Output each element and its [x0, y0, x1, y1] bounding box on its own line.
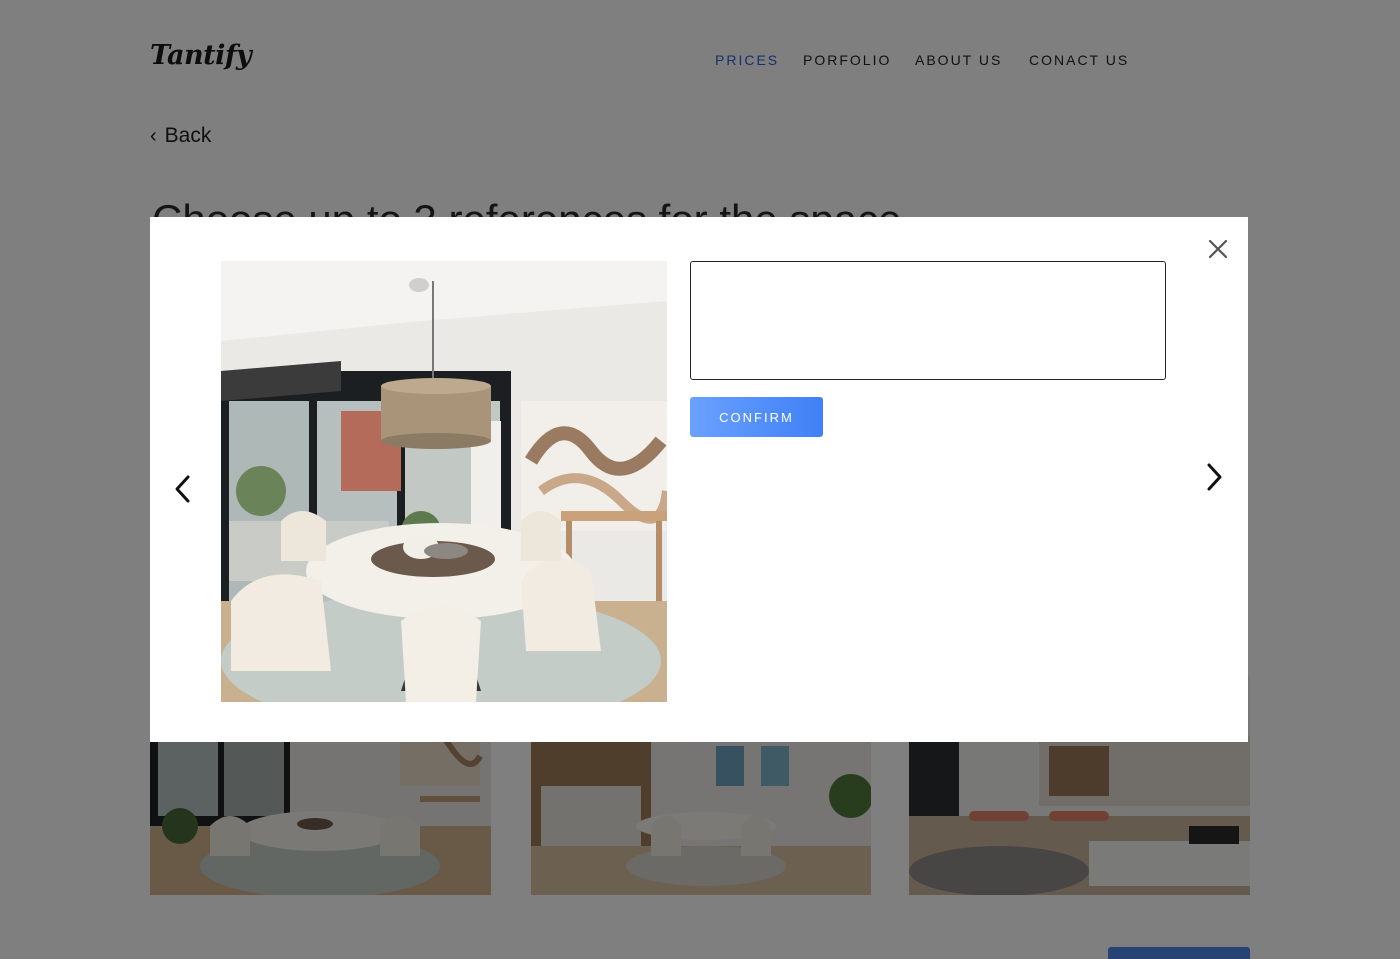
- confirm-button[interactable]: CONFIRM: [690, 397, 823, 437]
- selected-reference-photo: [221, 261, 667, 702]
- close-icon[interactable]: [1206, 237, 1230, 261]
- reference-modal: CONFIRM: [150, 217, 1248, 742]
- chevron-left-icon[interactable]: [171, 473, 195, 505]
- chevron-right-icon[interactable]: [1202, 461, 1226, 493]
- dining-room-photo: [221, 261, 667, 702]
- comment-input[interactable]: [690, 261, 1166, 380]
